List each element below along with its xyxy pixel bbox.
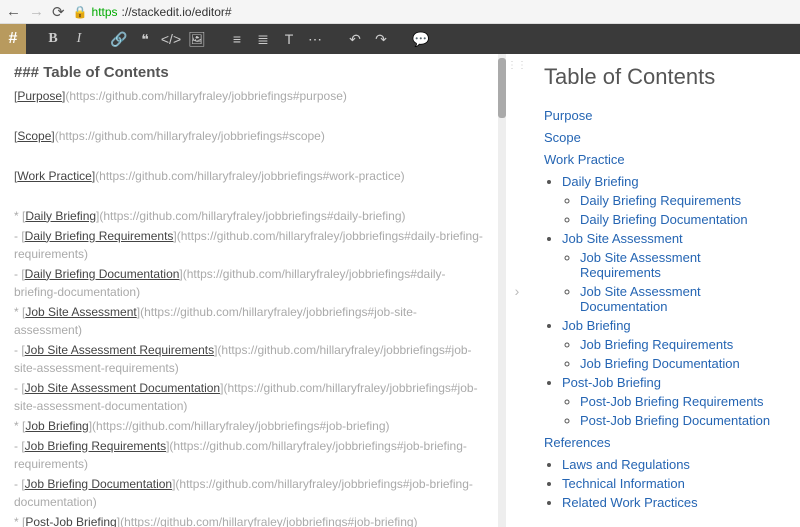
bold-button[interactable]: B [40,24,66,54]
editor-line: * [Post-Job Briefing](https://github.com… [14,513,484,527]
back-icon[interactable]: ← [6,3,21,20]
toc-link[interactable]: Laws and Regulations [562,457,690,472]
italic-button[interactable]: I [66,24,92,54]
drag-dots-icon: ⋮⋮ [507,60,527,71]
hr-icon[interactable]: ⋯ [302,24,328,54]
main-area: ### Table of Contents [Purpose](https://… [0,54,800,527]
url-text: ://stackedit.io/editor# [122,5,232,19]
toc-link[interactable]: Post-Job Briefing Requirements [580,394,764,409]
toc-link[interactable]: Daily Briefing [562,174,639,189]
editor-line: * [Job Site Assessment](https://github.c… [14,303,484,339]
toc-list: Daily Briefing Daily Briefing Requiremen… [562,174,784,428]
toc-link[interactable]: Post-Job Briefing [562,375,661,390]
editor-line: - [Job Briefing Requirements](https://gi… [14,437,484,473]
editor-scrollbar[interactable] [498,54,506,527]
heading-icon[interactable]: T [276,24,302,54]
lock-icon: 🔒 [73,5,88,19]
reload-icon[interactable]: ⟳ [52,3,65,21]
chevron-right-icon[interactable]: › [515,283,520,299]
toc-link[interactable]: Job Site Assessment Documentation [580,284,701,314]
toc-link[interactable]: Job Site Assessment Requirements [580,250,701,280]
editor-line: [Work Practice](https://github.com/hilla… [14,167,484,185]
editor-toolbar: # B I 🔗 ❝ </> 🖼 ≡ ≣ T ⋯ ↶ ↷ 💬 [0,24,800,54]
forward-icon[interactable]: → [29,3,44,20]
scrollbar-thumb[interactable] [498,58,506,118]
toc-link[interactable]: Scope [544,130,581,145]
image-icon[interactable]: 🖼 [184,24,210,54]
ul-icon[interactable]: ≣ [250,24,276,54]
preview-title: Table of Contents [544,64,784,90]
toc-link[interactable]: Post-Job Briefing Documentation [580,413,770,428]
redo-icon[interactable]: ↷ [368,24,394,54]
ol-icon[interactable]: ≡ [224,24,250,54]
editor-line: [Purpose](https://github.com/hillaryfral… [14,87,484,105]
toc-link[interactable]: Job Briefing Requirements [580,337,733,352]
toc-list: Laws and Regulations Technical Informati… [562,457,784,510]
editor-pane[interactable]: ### Table of Contents [Purpose](https://… [0,54,498,527]
toc-link[interactable]: Daily Briefing Requirements [580,193,741,208]
toc-link[interactable]: Purpose [544,108,592,123]
editor-line: [Scope](https://github.com/hillaryfraley… [14,127,484,145]
toc-link[interactable]: Technical Information [562,476,685,491]
browser-bar: ← → ⟳ 🔒 https ://stackedit.io/editor# [0,0,800,24]
toc-link[interactable]: Job Briefing [562,318,631,333]
toc-link[interactable]: Related Work Practices [562,495,698,510]
editor-line: * [Daily Briefing](https://github.com/hi… [14,207,484,225]
editor-line: - [Daily Briefing Documentation](https:/… [14,265,484,301]
editor-line: - [Job Site Assessment Requirements](htt… [14,341,484,377]
url-bar[interactable]: 🔒 https ://stackedit.io/editor# [73,5,794,19]
toc-link[interactable]: References [544,435,610,450]
quote-icon[interactable]: ❝ [132,24,158,54]
link-icon[interactable]: 🔗 [106,24,132,54]
editor-line: - [Job Site Assessment Documentation](ht… [14,379,484,415]
pane-divider[interactable]: ⋮⋮ › [506,54,528,527]
toc-link[interactable]: Job Briefing Documentation [580,356,740,371]
undo-icon[interactable]: ↶ [342,24,368,54]
editor-line: - [Daily Briefing Requirements](https://… [14,227,484,263]
toc-link[interactable]: Job Site Assessment [562,231,683,246]
comment-icon[interactable]: 💬 [408,24,434,54]
menu-icon[interactable]: # [0,24,26,54]
preview-pane: Table of Contents Purpose Scope Work Pra… [528,54,800,527]
toc-link[interactable]: Daily Briefing Documentation [580,212,748,227]
url-protocol: https [92,5,118,19]
editor-line: - [Job Briefing Documentation](https://g… [14,475,484,511]
heading-line: ### Table of Contents [14,62,484,85]
code-icon[interactable]: </> [158,24,184,54]
editor-line: * [Job Briefing](https://github.com/hill… [14,417,484,435]
toc-link[interactable]: Work Practice [544,152,625,167]
